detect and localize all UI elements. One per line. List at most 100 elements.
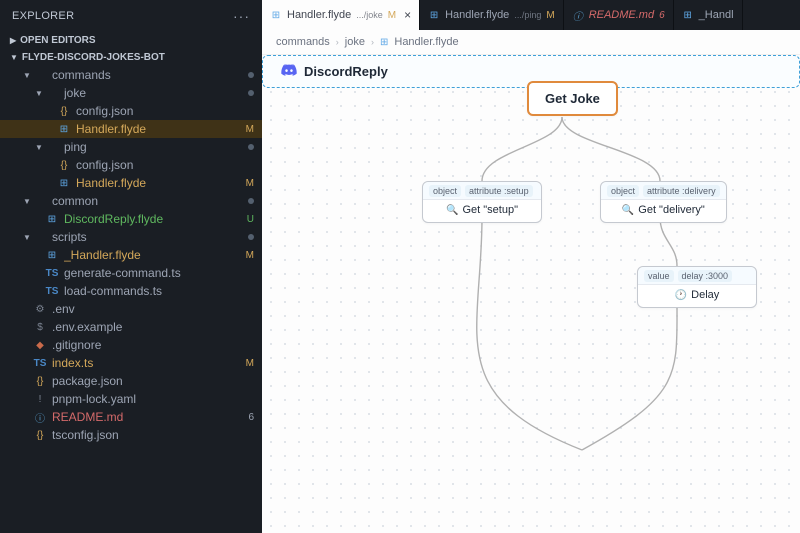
tab-name: README.md [589,9,654,21]
editor-tab[interactable]: ⊞ Handler.flyde .../ping M [420,0,564,30]
chevron-right-icon: ▶ [10,36,16,45]
file-row[interactable]: ⓘREADME.md6 [0,408,262,426]
explorer-title: EXPLORER [12,10,74,22]
chevron-right-icon: › [371,37,374,47]
port-object[interactable]: object [429,185,461,197]
folder-row[interactable]: ▼scripts [0,228,262,246]
file-label: config.json [76,104,254,118]
flyde-icon: ⊞ [380,37,388,48]
node-body: 🔍 Get "delivery" [601,200,726,222]
file-row[interactable]: ⚙ .env [0,300,262,318]
file-row[interactable]: ⊞ DiscordReply.flydeU [0,210,262,228]
chevron-icon: ▼ [22,233,32,242]
file-label: config.json [76,158,254,172]
chevron-icon: ▼ [34,143,44,152]
editor-tab[interactable]: ⓘREADME.md6 [564,0,674,30]
open-editors-section[interactable]: ▶ OPEN EDITORS [0,32,262,49]
file-row[interactable]: {}config.json [0,156,262,174]
git-status: U [240,214,254,225]
git-status: 6 [240,412,254,423]
node-get-joke[interactable]: Get Joke [527,81,618,116]
folder-row[interactable]: ▼commands [0,66,262,84]
flyde-icon: ⊞ [682,10,694,21]
tab-status: M [546,10,554,21]
open-editors-label: OPEN EDITORS [20,35,95,46]
flyde-icon: ⊞ [428,10,440,21]
gear-icon: ⚙ [32,304,48,315]
node-ports: object attribute :delivery [601,182,726,200]
file-row[interactable]: TSgenerate-command.ts [0,264,262,282]
ts-icon: TS [44,268,60,279]
git-status: M [240,124,254,135]
port-delay[interactable]: delay :3000 [678,270,733,282]
breadcrumb-file[interactable]: Handler.flyde [394,36,458,48]
file-row[interactable]: TSindex.tsM [0,354,262,372]
file-row[interactable]: $.env.example [0,318,262,336]
search-icon: 🔍 [622,205,634,216]
tab-path: .../ping [514,10,541,20]
port-object[interactable]: object [607,185,639,197]
chevron-icon: ▼ [22,197,32,206]
file-row[interactable]: {}config.json [0,102,262,120]
file-row[interactable]: {}package.json [0,372,262,390]
port-attribute[interactable]: attribute :delivery [643,185,720,197]
node-label: Get "delivery" [638,204,705,216]
breadcrumb-part[interactable]: joke [345,36,365,48]
node-label: Delay [691,289,719,301]
json-icon: {} [32,430,48,441]
file-label: .env.example [52,320,254,334]
git-icon: ◆ [32,340,48,351]
file-row[interactable]: ◆ .gitignore [0,336,262,354]
file-row[interactable]: ⊞Handler.flydeM [0,174,262,192]
file-row[interactable]: ⊞Handler.flydeM [0,120,262,138]
node-label: Get Joke [545,91,600,106]
explorer-header: EXPLORER ··· [0,0,262,32]
flyde-icon: ⊞ [44,214,60,225]
breadcrumb[interactable]: commands › joke › ⊞ Handler.flyde [262,30,800,55]
node-body: 🕐 Delay [638,285,756,307]
file-label: Handler.flyde [76,122,240,136]
flow-canvas[interactable]: Get Joke object attribute :setup 🔍 Get "… [262,55,800,533]
chevron-down-icon: ▼ [10,53,18,62]
node-delay[interactable]: value delay :3000 🕐 Delay [637,266,757,308]
chevron-right-icon: › [336,37,339,47]
more-icon[interactable]: ··· [233,8,250,24]
file-label: .gitignore [52,338,254,352]
discord-icon [281,64,297,79]
folder-row[interactable]: ▼joke [0,84,262,102]
folder-row[interactable]: ▼ ping [0,138,262,156]
file-row[interactable]: ⊞_Handler.flydeM [0,246,262,264]
breadcrumb-part[interactable]: commands [276,36,330,48]
flyde-icon: ⊞ [56,178,72,189]
lock-icon: ! [32,394,48,405]
node-label: Get "setup" [462,204,518,216]
file-label: pnpm-lock.yaml [52,392,254,406]
file-label: .env [52,302,254,316]
git-status: M [240,178,254,189]
port-attribute[interactable]: attribute :setup [465,185,533,197]
file-label: DiscordReply.flyde [64,212,240,226]
node-get-setup[interactable]: object attribute :setup 🔍 Get "setup" [422,181,542,223]
node-body: 🔍 Get "setup" [423,200,541,222]
editor-tab[interactable]: ⊞_Handl [674,0,743,30]
file-row[interactable]: {}tsconfig.json [0,426,262,444]
editor-tab[interactable]: ⊞Handler.flyde.../jokeM× [262,0,420,30]
modified-dot [248,72,254,78]
tabs-bar: ⊞Handler.flyde.../jokeM×⊞Handler.flyde..… [262,0,800,30]
folder-row[interactable]: ▼common [0,192,262,210]
tab-status: M [388,10,396,21]
clock-icon: 🕐 [675,290,687,301]
node-get-delivery[interactable]: object attribute :delivery 🔍 Get "delive… [600,181,727,223]
flyde-icon: ⊞ [44,250,60,261]
file-row[interactable]: TSload-commands.ts [0,282,262,300]
node-ports: value delay :3000 [638,267,756,285]
git-status: M [240,250,254,261]
port-value[interactable]: value [644,270,674,282]
file-label: ping [64,140,248,154]
json-icon: {} [32,376,48,387]
tab-name: Handler.flyde [445,9,509,21]
close-icon[interactable]: × [404,8,411,22]
file-label: commands [52,68,248,82]
project-section[interactable]: ▼ FLYDE-DISCORD-JOKES-BOT [0,49,262,66]
file-row[interactable]: ! pnpm-lock.yaml [0,390,262,408]
